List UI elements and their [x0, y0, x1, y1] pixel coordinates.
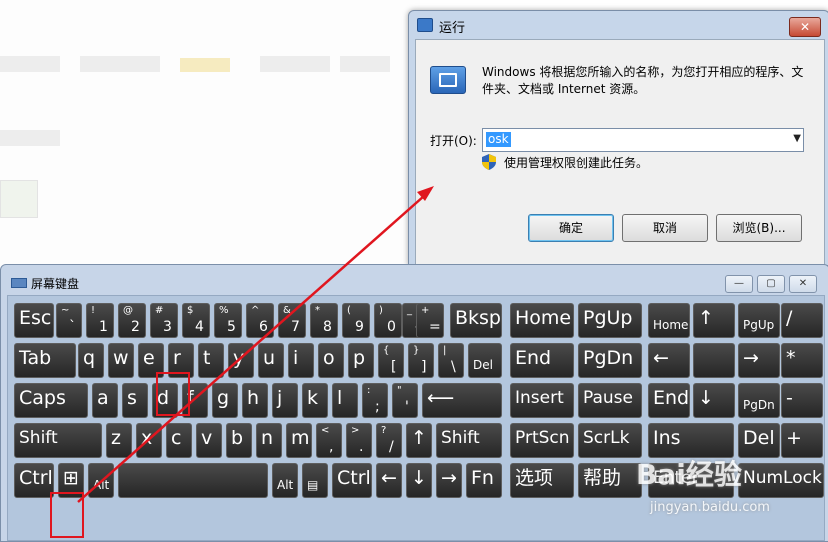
watermark-logo: Bai经验	[636, 458, 742, 491]
watermark-url: jingyan.baidu.com	[650, 500, 770, 515]
